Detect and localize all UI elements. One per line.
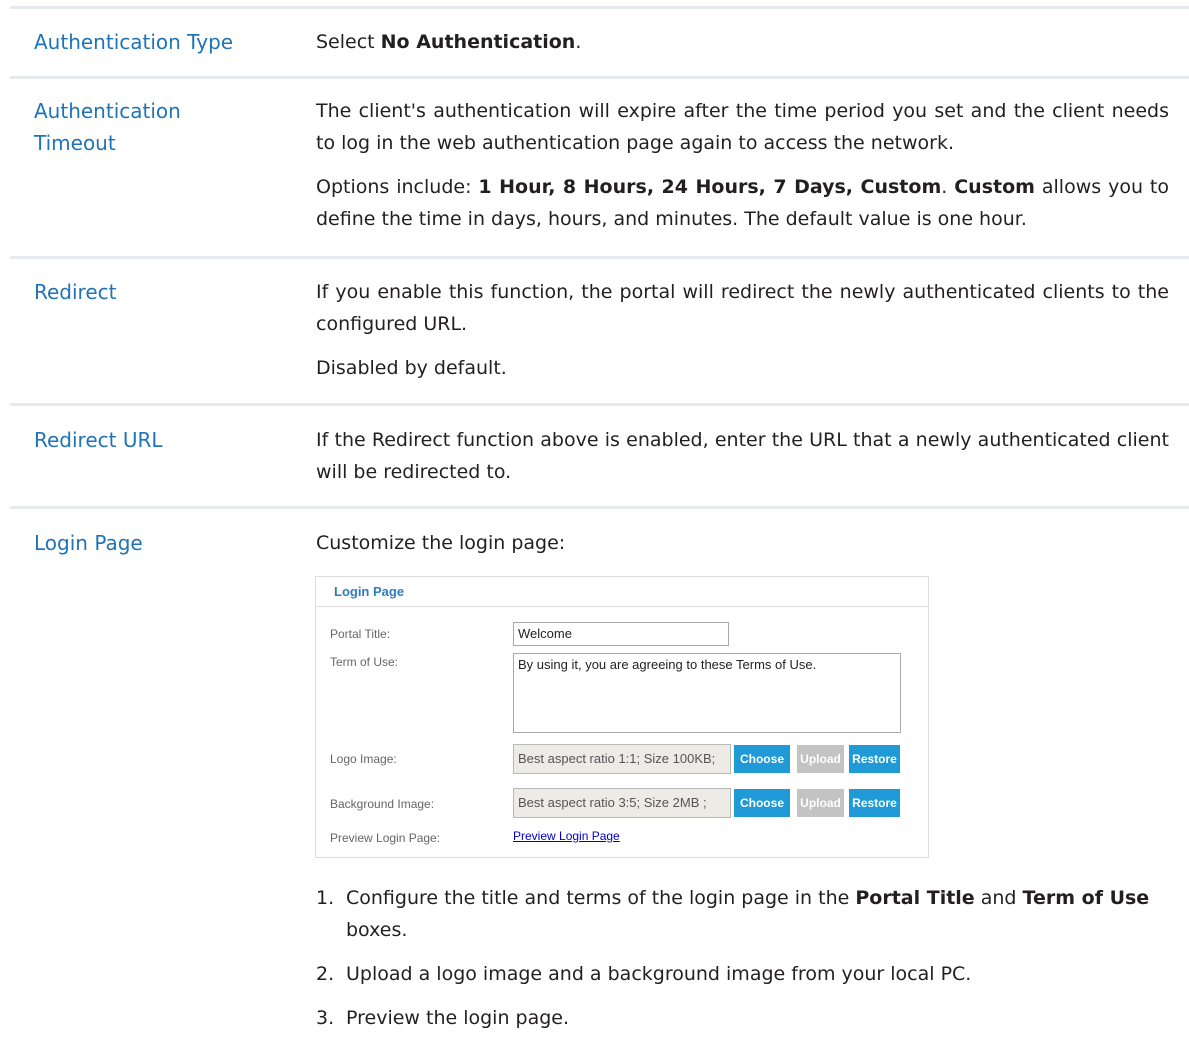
logo-image-label: Logo Image: (330, 752, 397, 766)
step-bold: Term of Use (1022, 887, 1150, 909)
desc-authentication-type: Select No Authentication. (316, 26, 1169, 58)
step-number: 2. (316, 963, 335, 985)
logo-upload-button[interactable]: Upload (797, 745, 844, 773)
steps-list: 1. Configure the title and terms of the … (316, 882, 1169, 1034)
row-divider (10, 256, 1189, 259)
term-line: Authentication (34, 99, 181, 123)
desc-paragraph: If you enable this function, the portal … (316, 281, 1169, 335)
step-number: 1. (316, 887, 335, 909)
row-divider (10, 506, 1189, 509)
desc-text: . (941, 176, 955, 198)
desc-authentication-timeout: The client's authentication will expire … (316, 95, 1169, 235)
desc-redirect: If you enable this function, the portal … (316, 276, 1169, 384)
step-number: 3. (316, 1007, 335, 1029)
background-upload-button[interactable]: Upload (797, 789, 844, 817)
desc-bold: No Authentication (380, 31, 576, 53)
desc-bold: Custom (954, 176, 1035, 198)
desc-paragraph-options: Options include: 1 Hour, 8 Hours, 24 Hou… (316, 171, 1169, 235)
term-of-use-textarea[interactable]: By using it, you are agreeing to these T… (513, 653, 901, 733)
desc-text: Options include: (316, 176, 479, 198)
step-bold: Portal Title (855, 887, 975, 909)
row-divider (10, 76, 1189, 79)
login-page-panel: Login Page Portal Title: Welcome Term of… (315, 576, 929, 858)
desc-paragraph: The client's authentication will expire … (316, 100, 1169, 154)
logo-restore-button[interactable]: Restore (849, 745, 900, 773)
list-item: 1. Configure the title and terms of the … (316, 882, 1169, 946)
table-top-rule (10, 6, 1189, 9)
term-redirect: Redirect (34, 280, 117, 304)
desc-paragraph: If the Redirect function above is enable… (316, 429, 1169, 483)
step-text: and (974, 887, 1023, 909)
background-choose-button[interactable]: Choose (734, 789, 790, 817)
background-image-field[interactable]: Best aspect ratio 3:5; Size 2MB ; (513, 788, 731, 818)
desc-redirect-url: If the Redirect function above is enable… (316, 424, 1169, 488)
list-item: 2. Upload a logo image and a background … (316, 958, 1169, 990)
term-of-use-label: Term of Use: (330, 655, 399, 669)
portal-title-input[interactable]: Welcome (513, 622, 729, 646)
step-text: Configure the title and terms of the log… (346, 887, 856, 909)
term-authentication-timeout: Authentication Timeout (34, 95, 274, 159)
panel-title: Login Page (316, 577, 928, 607)
portal-title-label: Portal Title: (330, 627, 391, 641)
background-restore-button[interactable]: Restore (849, 789, 900, 817)
term-line: Timeout (34, 131, 116, 155)
step-text: Preview the login page. (346, 1007, 570, 1029)
term-authentication-type: Authentication Type (34, 30, 234, 54)
step-text: boxes. (346, 919, 408, 941)
logo-choose-button[interactable]: Choose (734, 745, 790, 773)
list-item: 3. Preview the login page. (316, 1002, 1169, 1034)
desc-login-page-intro: Customize the login page: (316, 532, 566, 554)
desc-text: . (575, 31, 582, 53)
term-redirect-url: Redirect URL (34, 428, 163, 452)
row-divider (10, 403, 1189, 406)
logo-image-field[interactable]: Best aspect ratio 1:1; Size 100KB; (513, 744, 731, 774)
desc-bold: 1 Hour, 8 Hours, 24 Hours, 7 Days, Custo… (478, 176, 942, 198)
desc-paragraph: Disabled by default. (316, 357, 507, 379)
preview-login-page-label: Preview Login Page: (330, 831, 441, 845)
desc-text: Select (316, 31, 381, 53)
background-image-label: Background Image: (330, 797, 435, 811)
preview-login-page-link[interactable]: Preview Login Page (513, 829, 620, 843)
term-login-page: Login Page (34, 531, 143, 555)
step-text: Upload a logo image and a background ima… (346, 963, 972, 985)
